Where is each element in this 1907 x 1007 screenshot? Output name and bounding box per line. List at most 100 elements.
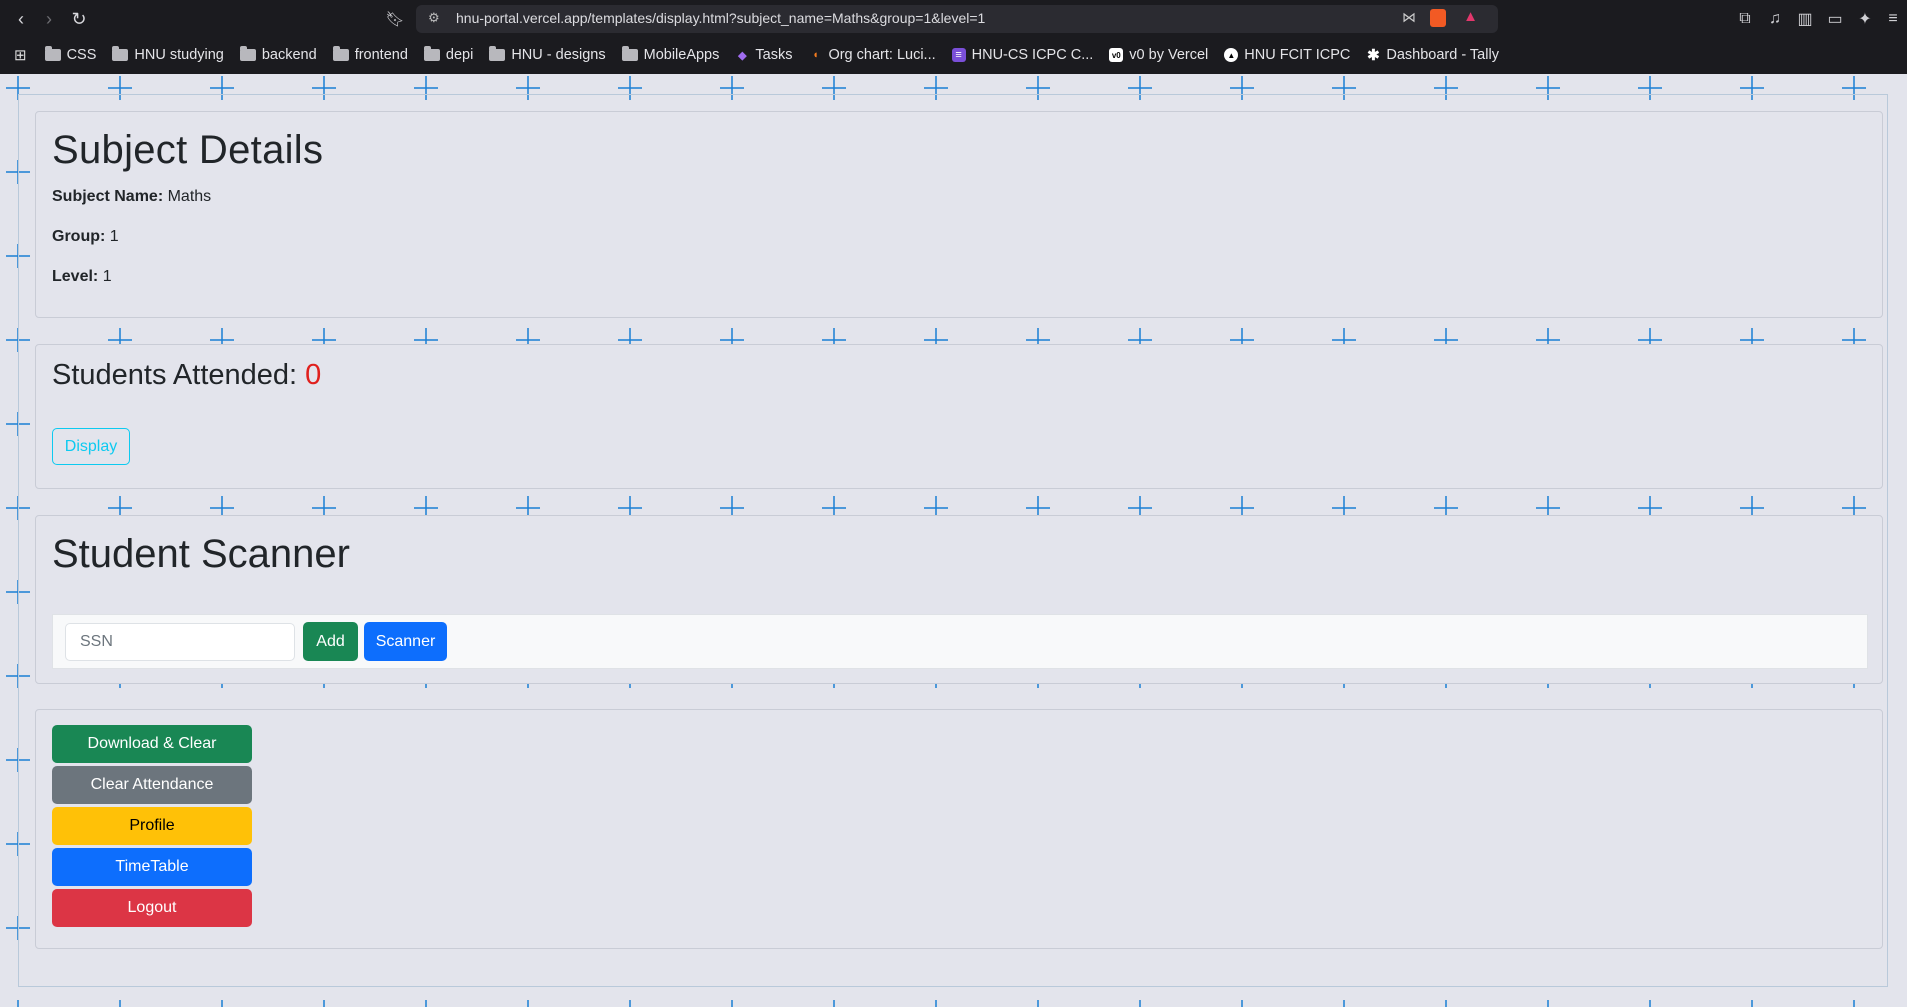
- folder-icon: [44, 46, 61, 61]
- extensions-icon[interactable]: ⧉: [1734, 8, 1756, 30]
- media-icon[interactable]: ♫: [1764, 8, 1786, 30]
- bookmark-label: HNU-CS ICPC C...: [971, 47, 1094, 63]
- brave-rewards-icon[interactable]: ▲: [1463, 8, 1478, 25]
- bookmark-tally[interactable]: ✱ Dashboard - Tally: [1366, 47, 1499, 64]
- bookmark-label: v0 by Vercel: [1129, 47, 1209, 63]
- subject-name-row: Subject Name: Maths: [52, 188, 211, 206]
- bookmark-backend[interactable]: backend: [239, 46, 317, 63]
- profile-button[interactable]: Profile: [52, 807, 252, 845]
- plus-pattern-mark: [527, 1000, 529, 1007]
- scanner-button[interactable]: Scanner: [364, 622, 447, 661]
- plus-pattern-mark: [935, 1000, 937, 1007]
- bookmark-v0[interactable]: v0 v0 by Vercel: [1109, 47, 1208, 63]
- bookmark-hnu-cs-icpc[interactable]: ≡ HNU-CS ICPC C...: [951, 47, 1094, 63]
- bookmark-frontend[interactable]: frontend: [332, 46, 408, 63]
- bookmark-label: HNU FCIT ICPC: [1244, 47, 1351, 63]
- v0-icon: v0: [1109, 48, 1124, 62]
- bookmark-hnu-designs[interactable]: HNU - designs: [489, 46, 606, 63]
- level-value: 1: [102, 268, 112, 285]
- bookmark-label: Org chart: Luci...: [828, 47, 936, 63]
- bookmarks-bar: ⊞ CSS HNU studying backend frontend depi…: [0, 40, 1907, 70]
- bookmark-hnu-fcit-icpc[interactable]: ▲ HNU FCIT ICPC: [1224, 47, 1350, 63]
- plus-pattern-mark: [1445, 1000, 1447, 1007]
- level-label: Level:: [52, 268, 99, 285]
- clear-attendance-button[interactable]: Clear Attendance: [52, 766, 252, 804]
- plus-pattern-mark: [119, 1000, 121, 1007]
- group-label: Group:: [52, 228, 106, 245]
- attendance-card: Students Attended: 0 Display: [35, 344, 1883, 489]
- folder-icon: [489, 46, 506, 61]
- brave-shield-icon[interactable]: [1430, 9, 1446, 27]
- bookmark-label: depi: [445, 47, 474, 63]
- plus-pattern-mark: [1343, 1000, 1345, 1007]
- plus-pattern-mark: [17, 1000, 19, 1007]
- plus-pattern-mark: [1037, 1000, 1039, 1007]
- plus-pattern-mark: [833, 1000, 835, 1007]
- subject-name-label: Subject Name:: [52, 188, 164, 205]
- page-viewport: Subject Details Subject Name: Maths Grou…: [0, 74, 1907, 1007]
- add-button[interactable]: Add: [303, 622, 358, 661]
- wallet-icon[interactable]: ▭: [1824, 8, 1846, 30]
- ssn-input[interactable]: SSN: [65, 623, 295, 661]
- bookmark-label: Dashboard - Tally: [1386, 47, 1499, 63]
- triangle-icon: ▲: [1224, 48, 1239, 62]
- folder-icon: [621, 46, 638, 61]
- menu-icon[interactable]: ≡: [1882, 8, 1904, 30]
- student-scanner-title: Student Scanner: [52, 532, 350, 576]
- student-scanner-card: Student Scanner SSN Add Scanner: [35, 515, 1883, 684]
- plus-pattern-mark: [629, 1000, 631, 1007]
- bookmark-label: backend: [261, 47, 317, 63]
- plus-pattern-mark: [1241, 1000, 1243, 1007]
- bookmark-tasks[interactable]: ◆ Tasks: [735, 47, 792, 63]
- folder-icon: [239, 46, 256, 61]
- timetable-button[interactable]: TimeTable: [52, 848, 252, 886]
- bookmark-label: HNU - designs: [511, 47, 606, 63]
- folder-icon: [112, 46, 129, 61]
- plus-pattern-mark: [1853, 1000, 1855, 1007]
- tasks-icon: ◆: [738, 49, 747, 62]
- bookmark-icon[interactable]: 🔖︎: [382, 6, 408, 32]
- logout-button[interactable]: Logout: [52, 889, 252, 927]
- bookmark-label: HNU studying: [134, 47, 224, 63]
- bookmark-mobileapps[interactable]: MobileApps: [621, 46, 720, 63]
- lucid-icon: ◖: [812, 49, 819, 61]
- back-icon[interactable]: ‹: [8, 6, 34, 32]
- group-value: 1: [109, 228, 119, 245]
- folder-icon: [332, 46, 349, 61]
- display-button[interactable]: Display: [52, 428, 130, 465]
- site-info-icon[interactable]: ⚙: [428, 10, 440, 26]
- bookmark-org-chart[interactable]: ◖ Org chart: Luci...: [808, 47, 936, 63]
- tally-icon: ✱: [1367, 47, 1380, 64]
- actions-card: Download & Clear Clear Attendance Profil…: [35, 709, 1883, 949]
- reload-icon[interactable]: ↻: [66, 6, 92, 32]
- bookmark-css[interactable]: CSS: [44, 46, 97, 63]
- attendance-count: 0: [305, 359, 322, 391]
- plus-pattern-mark: [221, 1000, 223, 1007]
- url-text[interactable]: hnu-portal.vercel.app/templates/display.…: [456, 10, 985, 26]
- folder-icon: [423, 46, 440, 61]
- forward-icon[interactable]: ›: [36, 6, 62, 32]
- subject-name-value: Maths: [167, 188, 212, 205]
- browser-chrome: ‹ › ↻ 🔖︎ ⚙ hnu-portal.vercel.app/templat…: [0, 0, 1907, 74]
- address-bar[interactable]: ⚙ hnu-portal.vercel.app/templates/displa…: [416, 5, 1498, 33]
- plus-pattern-mark: [1547, 1000, 1549, 1007]
- level-row: Level: 1: [52, 268, 112, 286]
- leo-ai-icon[interactable]: ✦: [1854, 8, 1876, 30]
- sidebar-icon[interactable]: ▥: [1794, 8, 1816, 30]
- bookmark-label: MobileApps: [643, 47, 720, 63]
- bookmark-hnu-studying[interactable]: HNU studying: [112, 46, 224, 63]
- students-attended-heading: Students Attended: 0: [52, 359, 321, 392]
- download-clear-button[interactable]: Download & Clear: [52, 725, 252, 763]
- share-icon[interactable]: ⋈: [1402, 9, 1416, 26]
- plus-pattern-mark: [425, 1000, 427, 1007]
- group-row: Group: 1: [52, 228, 119, 246]
- main-container: Subject Details Subject Name: Maths Grou…: [18, 94, 1888, 987]
- apps-grid-icon[interactable]: ⊞: [14, 46, 27, 64]
- list-icon: ≡: [951, 48, 966, 62]
- bookmark-label: frontend: [354, 47, 408, 63]
- bookmark-depi[interactable]: depi: [423, 46, 474, 63]
- plus-pattern-mark: [1649, 1000, 1651, 1007]
- bookmark-label: Tasks: [755, 47, 793, 63]
- plus-pattern-mark: [323, 1000, 325, 1007]
- bookmark-label: CSS: [66, 47, 97, 63]
